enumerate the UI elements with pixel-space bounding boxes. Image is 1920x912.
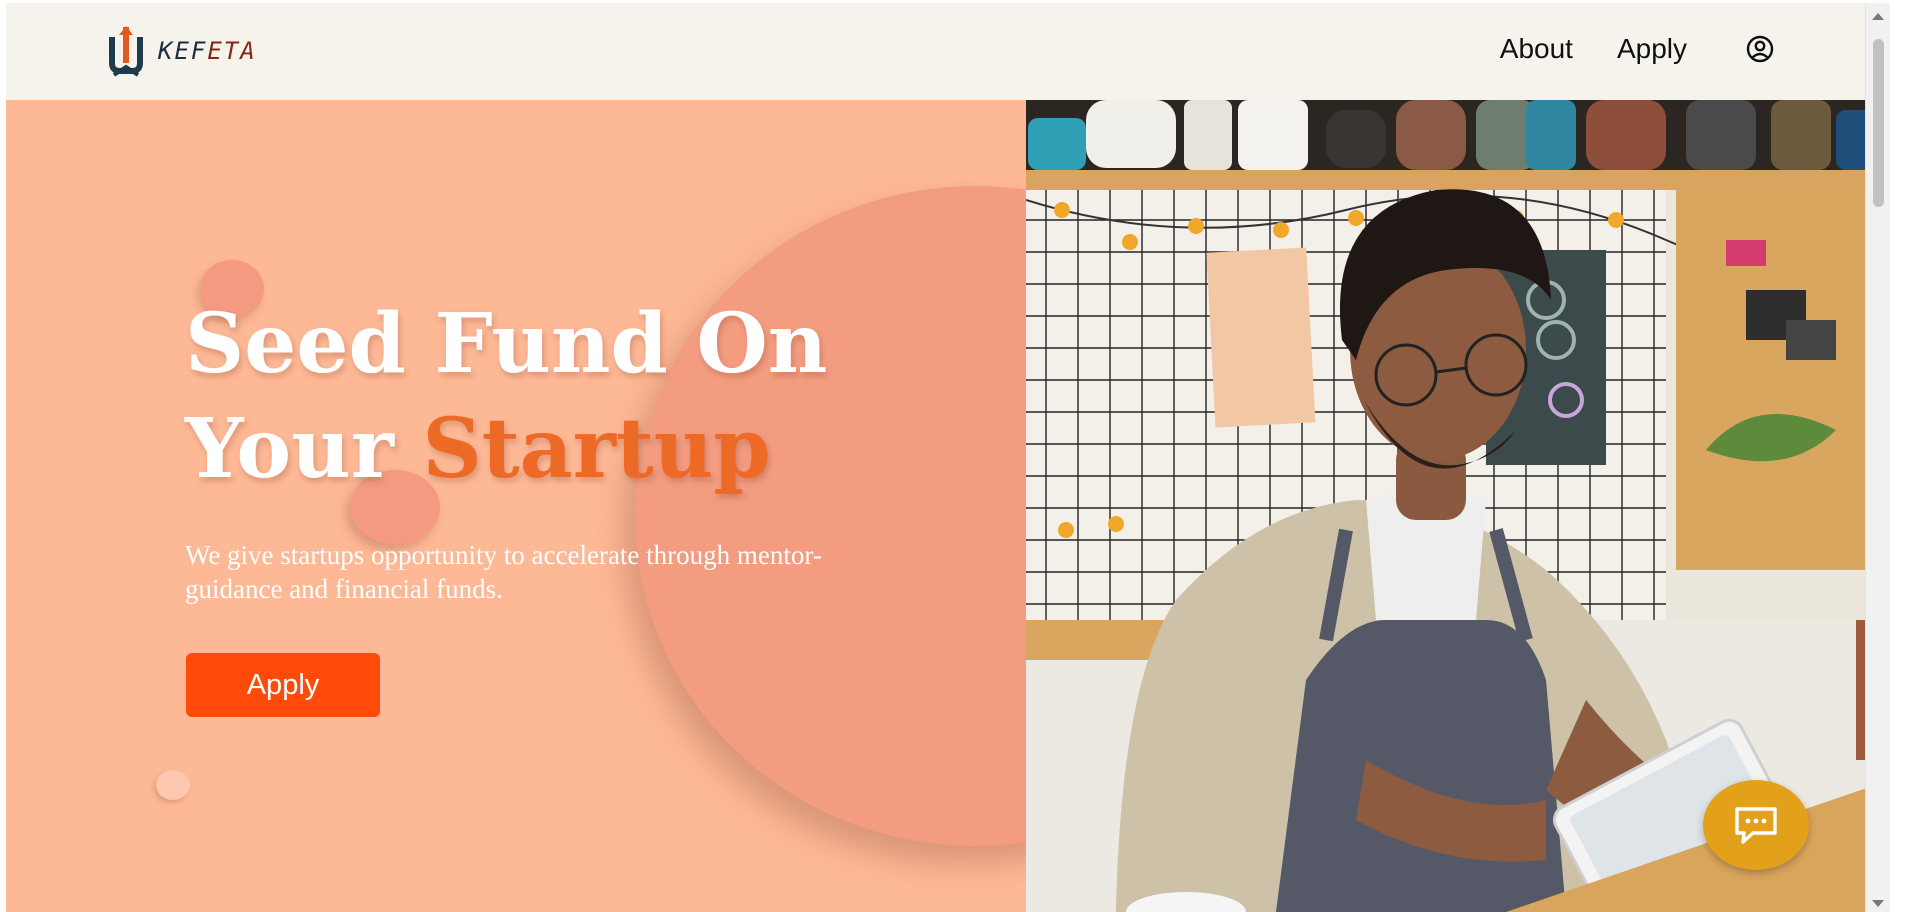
brand-logo[interactable]: KEFETA <box>106 23 257 78</box>
main-nav: About Apply <box>1456 33 1775 65</box>
decorative-circle <box>635 186 1026 846</box>
scroll-down-arrow-icon[interactable] <box>1872 900 1884 907</box>
nav-about-link[interactable]: About <box>1500 33 1573 65</box>
decorative-dot <box>156 770 190 800</box>
logo-mark-icon <box>109 26 143 77</box>
chat-bubble-icon <box>1735 807 1777 844</box>
hero-headline: Seed Fund On Your Startup <box>185 296 828 497</box>
brand-name: KEFETA <box>158 36 257 65</box>
scroll-up-arrow-icon[interactable] <box>1872 13 1884 20</box>
apply-button[interactable]: Apply <box>186 653 380 717</box>
headline-highlight: Startup <box>422 401 771 497</box>
nav-apply-link[interactable]: Apply <box>1617 33 1687 65</box>
site-header: KEFETA About Apply <box>6 3 1890 101</box>
page-scrollbar[interactable] <box>1865 3 1890 912</box>
page-frame: KEFETA About Apply Seed Fund On Your Star… <box>6 3 1890 912</box>
chat-button[interactable] <box>1703 780 1809 870</box>
scroll-thumb[interactable] <box>1873 39 1884 207</box>
hero-section: Seed Fund On Your Startup We give startup… <box>6 100 1026 912</box>
user-circle-icon[interactable] <box>1745 34 1775 64</box>
hero-subtitle: We give startups opportunity to accelera… <box>185 540 822 604</box>
